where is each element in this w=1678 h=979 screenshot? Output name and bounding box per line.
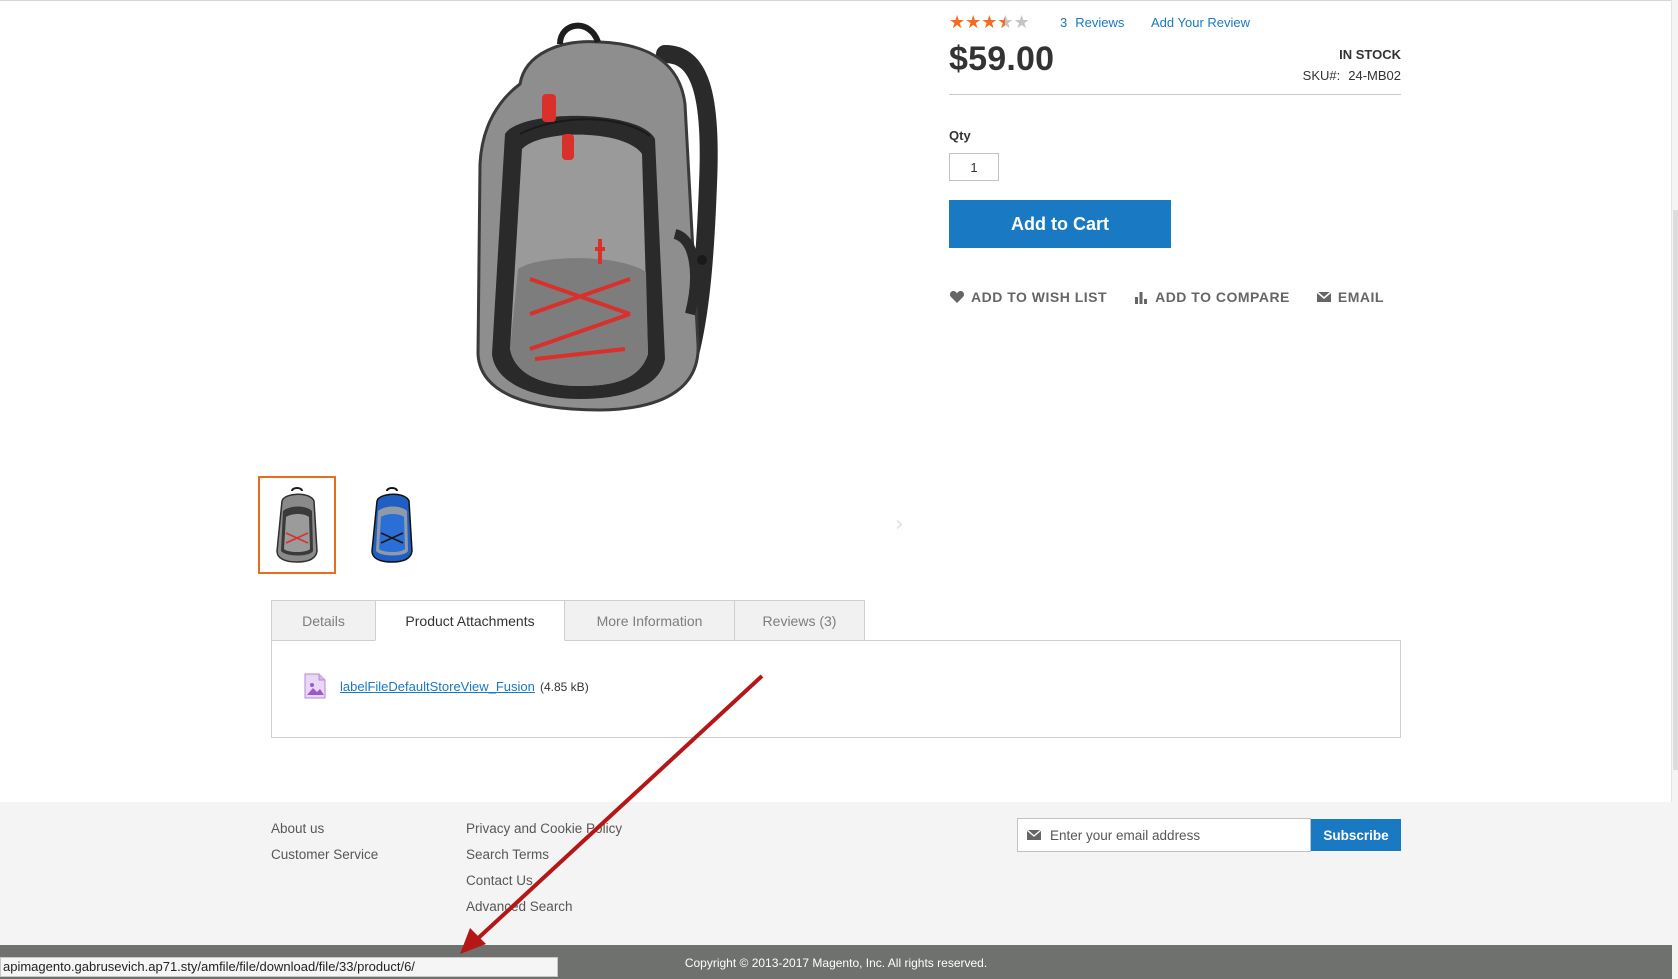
top-divider	[0, 0, 1678, 1]
info-divider	[949, 94, 1401, 95]
product-price: $59.00	[949, 40, 1055, 78]
newsletter-email-input[interactable]	[1050, 819, 1305, 851]
star-empty-icon: ★	[1013, 12, 1030, 33]
footer-link-privacy-policy[interactable]: Privacy and Cookie Policy	[466, 816, 622, 842]
tab-details[interactable]: Details	[271, 600, 376, 641]
envelope-icon	[1316, 291, 1332, 302]
rating-stars: ★ ★ ★ ★ ★	[949, 12, 1030, 34]
scrollbar-thumb[interactable]	[1673, 210, 1678, 770]
gallery-next-arrow-icon[interactable]: ›	[895, 512, 904, 537]
footer-link-customer-service[interactable]: Customer Service	[271, 842, 378, 868]
heart-icon	[949, 291, 965, 303]
star-icon: ★	[981, 12, 998, 33]
product-rating: ★ ★ ★ ★ ★	[949, 12, 1030, 34]
star-icon: ★	[965, 12, 982, 33]
page-scrollbar[interactable]	[1671, 0, 1678, 979]
star-half-icon: ★	[997, 13, 1013, 34]
newsletter-form: Subscribe	[1017, 818, 1401, 852]
tab-more-information[interactable]: More Information	[564, 600, 735, 641]
compare-bars-icon	[1135, 292, 1148, 304]
reviews-link[interactable]: 3 Reviews	[1060, 15, 1132, 30]
attachments-panel: labelFileDefaultStoreView_Fusion (4.85 k…	[271, 640, 1401, 738]
thumbnail-gray-backpack[interactable]	[258, 476, 336, 574]
newsletter-field[interactable]	[1017, 818, 1311, 852]
wishlist-label: ADD TO WISH LIST	[971, 289, 1108, 305]
product-actions: ADD TO WISH LIST ADD TO COMPARE EMAIL	[949, 289, 1410, 305]
qty-input[interactable]	[949, 153, 999, 181]
stock-status: IN STOCK	[1339, 47, 1401, 62]
footer-link-about-us[interactable]: About us	[271, 816, 378, 842]
footer-link-contact-us[interactable]: Contact Us	[466, 868, 622, 894]
tab-reviews[interactable]: Reviews (3)	[734, 600, 865, 641]
email-label: EMAIL	[1337, 289, 1384, 305]
add-review-link[interactable]: Add Your Review	[1151, 15, 1250, 30]
add-to-cart-button[interactable]: Add to Cart	[949, 200, 1171, 248]
sku-value: 24-MB02	[1348, 68, 1401, 83]
page-footer	[0, 802, 1672, 945]
star-icon: ★	[949, 12, 966, 33]
footer-link-search-terms[interactable]: Search Terms	[466, 842, 622, 868]
add-to-wishlist-link[interactable]: ADD TO WISH LIST	[949, 289, 1107, 305]
browser-status-url: apimagento.gabrusevich.ap71.sty/amfile/f…	[0, 957, 558, 977]
product-main-image[interactable]	[450, 14, 740, 414]
tab-product-attachments[interactable]: Product Attachments	[375, 600, 565, 641]
reviews-count: 3	[1060, 15, 1068, 30]
reviews-label: Reviews	[1075, 15, 1125, 30]
qty-label: Qty	[949, 128, 971, 143]
attachment-size: (4.85 kB)	[540, 680, 589, 694]
mail-icon	[1026, 829, 1042, 840]
product-tabs: Details Product Attachments More Informa…	[271, 600, 865, 641]
footer-link-advanced-search[interactable]: Advanced Search	[466, 894, 622, 920]
footer-links-col1: About us Customer Service	[271, 816, 378, 868]
email-friend-link[interactable]: EMAIL	[1316, 289, 1384, 305]
product-sku: SKU#: 24-MB02	[1303, 68, 1401, 83]
footer-links-col2: Privacy and Cookie Policy Search Terms C…	[466, 816, 622, 920]
attachment-download-link[interactable]: labelFileDefaultStoreView_Fusion	[340, 679, 535, 694]
sku-label: SKU#:	[1302, 68, 1341, 83]
compare-label: ADD TO COMPARE	[1155, 289, 1290, 305]
add-to-compare-link[interactable]: ADD TO COMPARE	[1133, 289, 1290, 305]
subscribe-button[interactable]: Subscribe	[1311, 819, 1401, 851]
thumbnail-blue-backpack[interactable]	[353, 476, 431, 574]
image-file-icon	[304, 673, 326, 699]
